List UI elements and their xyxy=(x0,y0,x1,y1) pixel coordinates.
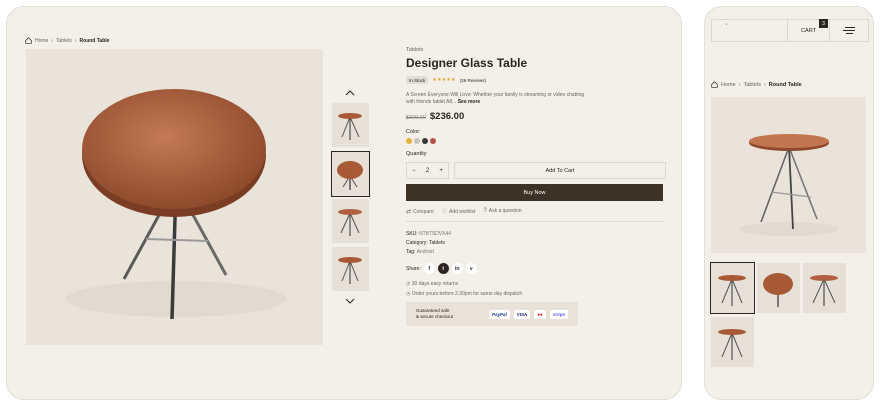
see-more-link[interactable]: See more xyxy=(458,99,481,105)
color-swatch-grey[interactable] xyxy=(414,138,420,144)
share-label: Share: xyxy=(406,265,421,272)
home-icon[interactable] xyxy=(25,37,32,44)
hamburger-icon xyxy=(843,27,855,34)
stock-badge: In Stock xyxy=(406,76,429,84)
breadcrumb-category[interactable]: Tablets xyxy=(744,82,761,88)
main-product-image xyxy=(26,49,323,345)
returns-text: 30 days easy returns xyxy=(411,281,459,287)
mobile-breadcrumb: Home › Tablets › Round Table xyxy=(711,81,802,88)
delivery-notes: ◷ 30 days easy returns ◷ Order yours bef… xyxy=(406,279,666,299)
compare-action[interactable]: ⇄ Compare xyxy=(406,208,434,215)
mobile-thumbnail-3[interactable] xyxy=(803,263,846,313)
divider xyxy=(406,221,663,222)
chevron-up-icon[interactable] xyxy=(345,89,355,97)
product-meta: SKU: NTB7SDVX44 Category: Tablets Tag: A… xyxy=(406,230,666,257)
breadcrumb: Home › Tablets › Round Table xyxy=(25,37,109,44)
cart-label: CART xyxy=(801,27,816,34)
buy-now-button[interactable]: Buy Now xyxy=(406,184,663,201)
color-swatches xyxy=(406,138,666,144)
clock-icon: ◷ xyxy=(406,291,411,297)
product-actions: ⇄ Compare ♡ Add wishlist ? Ask a question xyxy=(406,208,666,215)
color-swatch-yellow[interactable] xyxy=(406,138,412,144)
old-price: $320.00 xyxy=(406,115,426,121)
breadcrumb-current: Round Table xyxy=(79,37,110,44)
sku-label: SKU: xyxy=(406,231,418,237)
thumbnail-3[interactable] xyxy=(332,199,369,243)
thumbnail-4[interactable] xyxy=(332,247,369,291)
twitter-icon[interactable]: t xyxy=(437,263,449,274)
sku-value: NTB7SDVX44 xyxy=(419,231,452,237)
thumbnail-1[interactable] xyxy=(332,103,369,147)
home-icon[interactable] xyxy=(711,81,718,88)
desktop-product-page: Home › Tablets › Round Table Tablets Des… xyxy=(6,6,682,400)
share-row: Share: f t in v xyxy=(406,263,666,274)
price-row: $320.00 $236.00 xyxy=(406,111,666,122)
review-count[interactable]: (36 Reviews) xyxy=(460,78,486,83)
thumbnail-2-selected[interactable] xyxy=(331,151,370,197)
minus-button[interactable]: − xyxy=(412,168,416,174)
product-category[interactable]: Tablets xyxy=(406,47,666,53)
guarantee-line-2: & secure checkout xyxy=(416,314,454,319)
paypal-logo: PayPal xyxy=(489,309,510,319)
breadcrumb-separator: › xyxy=(763,81,766,88)
wishlist-label: Add wishlist xyxy=(449,209,476,215)
current-price: $236.00 xyxy=(429,111,465,122)
cart-button[interactable]: CART 3 xyxy=(788,19,830,41)
mobile-product-page: ' CART 3 Home › Tablets › Round Table xyxy=(704,6,874,400)
question-icon: ? xyxy=(483,208,487,214)
plus-button[interactable]: + xyxy=(439,168,443,174)
breadcrumb-category[interactable]: Tablets xyxy=(56,38,72,44)
returns-icon: ◷ xyxy=(406,281,411,287)
ask-question-action[interactable]: ? Ask a question xyxy=(483,208,521,215)
visa-logo: VISA xyxy=(513,309,531,319)
breadcrumb-current: Round Table xyxy=(768,81,802,88)
header-spacer: ' xyxy=(712,20,788,41)
breadcrumb-home[interactable]: Home xyxy=(35,38,48,44)
header-mark: ' xyxy=(726,24,728,30)
description-text: A Screen Everyone Will Love: Whether you… xyxy=(406,92,585,105)
category-value[interactable]: Tablets xyxy=(429,240,445,246)
mobile-thumbnail-2[interactable] xyxy=(757,263,800,313)
breadcrumb-separator: › xyxy=(51,37,54,44)
secure-checkout-box: Guaranteed safe & secure checkout PayPal… xyxy=(406,302,578,326)
breadcrumb-home[interactable]: Home xyxy=(721,82,736,88)
wishlist-action[interactable]: ♡ Add wishlist xyxy=(442,208,476,215)
compare-icon: ⇄ xyxy=(406,209,412,215)
add-to-cart-button[interactable]: Add To Cart xyxy=(454,162,666,179)
product-info: Tablets Designer Glass Table In Stock ★★… xyxy=(406,47,666,326)
rating-row: In Stock ★★★★★ (36 Reviews) xyxy=(406,76,666,84)
heart-icon: ♡ xyxy=(441,209,447,215)
breadcrumb-separator: › xyxy=(738,81,741,88)
color-label: Color: xyxy=(406,129,421,135)
mobile-thumbnail-4[interactable] xyxy=(711,317,754,367)
mobile-header: ' CART 3 xyxy=(711,19,869,42)
compare-label: Compare xyxy=(413,209,434,215)
color-swatch-black[interactable] xyxy=(422,138,428,144)
dispatch-text: Order yours before 2.30pm for same day d… xyxy=(411,291,523,297)
vimeo-icon[interactable]: v xyxy=(465,263,477,274)
category-label: Category: xyxy=(406,240,428,246)
facebook-icon[interactable]: f xyxy=(423,263,435,274)
mobile-main-image xyxy=(711,97,866,253)
tag-value[interactable]: Android xyxy=(417,249,434,255)
mastercard-logo: ●● xyxy=(534,309,546,319)
breadcrumb-separator: › xyxy=(74,37,77,44)
product-description: A Screen Everyone Will Love: Whether you… xyxy=(406,92,586,106)
ask-question-label: Ask a question xyxy=(488,208,522,214)
product-title: Designer Glass Table xyxy=(406,56,528,70)
quantity-label: Quantity xyxy=(406,151,427,157)
star-rating: ★★★★★ xyxy=(432,77,456,83)
color-swatch-red[interactable] xyxy=(430,138,436,144)
chevron-down-icon[interactable] xyxy=(345,297,355,305)
cart-count-badge: 3 xyxy=(819,19,828,28)
tag-label: Tag: xyxy=(406,249,416,255)
quantity-stepper: − 2 + xyxy=(406,162,449,179)
quantity-row: − 2 + Add To Cart xyxy=(406,162,666,179)
linkedin-icon[interactable]: in xyxy=(451,263,463,274)
stripe-logo: stripe xyxy=(549,309,568,319)
guarantee-text: Guaranteed safe & secure checkout xyxy=(416,308,485,320)
menu-button[interactable] xyxy=(830,20,868,41)
mobile-thumbnail-1-selected[interactable] xyxy=(710,262,755,314)
quantity-value[interactable]: 2 xyxy=(426,168,429,174)
